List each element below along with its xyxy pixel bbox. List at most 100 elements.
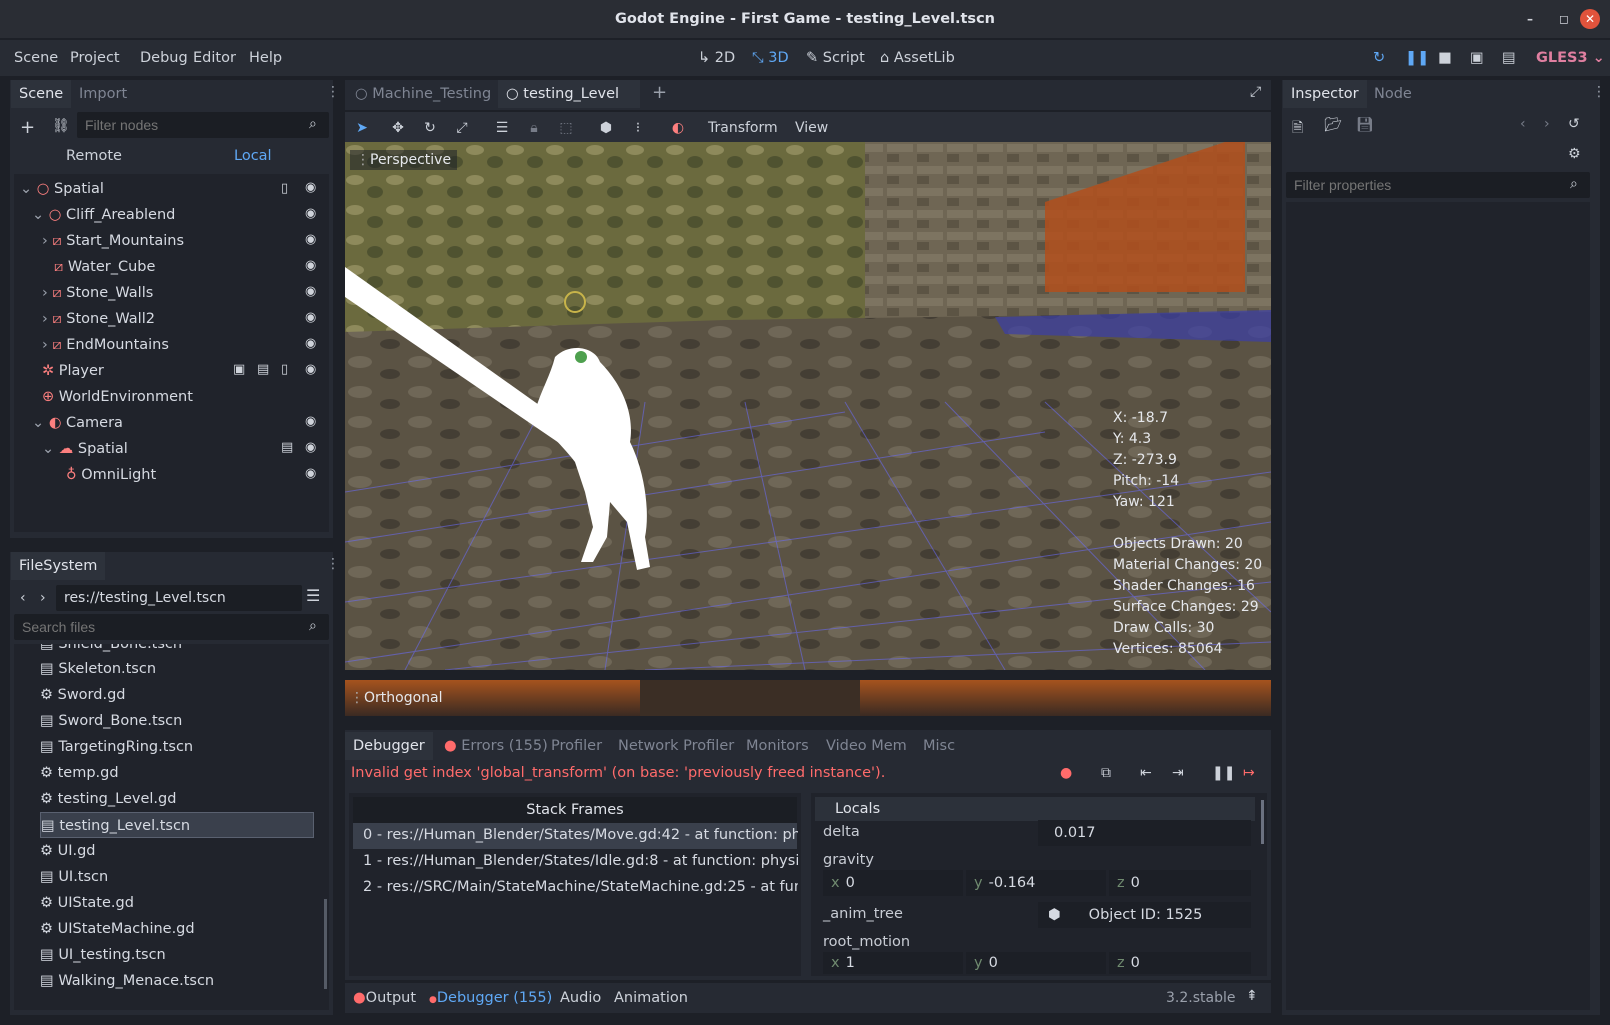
tree-node-water-cube[interactable]: ⧄ Water_Cube [54,254,155,280]
file-item[interactable]: ⚙ UIStateMachine.gd [40,916,195,942]
add-node-icon[interactable]: + [20,117,35,138]
tab-debugger[interactable]: Debugger [345,732,433,760]
minimize-icon[interactable]: – [1520,9,1540,29]
local-delta-value[interactable]: 0.017 [1038,820,1251,846]
play-scene-icon[interactable]: ▣ [1470,40,1484,76]
menu-help[interactable]: Help [249,40,282,76]
tree-node-cliff-areablend[interactable]: ⌄ ○ Cliff_Areablend [32,202,175,228]
filter-nodes-input[interactable] [77,112,329,138]
group-icon[interactable]: ▣ [233,362,245,377]
visibility-eye-icon[interactable]: ◉ [305,180,316,195]
workspace-script-button[interactable]: ✎ Script [806,40,865,76]
step-over-icon[interactable]: ⇥ [1172,765,1184,781]
lock-icon[interactable]: 🔒︎ [524,116,544,140]
dock-menu-icon[interactable]: ⋮ [1592,84,1606,100]
view-menu[interactable]: View [795,116,828,140]
visibility-eye-icon[interactable]: ◉ [305,336,316,351]
stop-icon[interactable]: ■ [1438,40,1452,76]
tab-node[interactable]: Node [1366,80,1420,108]
tree-node-stone-wall2[interactable]: › ⧄ Stone_Wall2 [42,306,155,332]
pause-icon[interactable]: ❚❚ [1212,765,1235,781]
tab-machine-testing[interactable]: ○ Machine_Testing [347,80,499,108]
instance-icon[interactable]: ▤ [257,362,269,377]
tree-node-start-mountains[interactable]: › ⧄ Start_Mountains [42,228,184,254]
back-icon[interactable]: ‹ [20,590,26,606]
tab-import[interactable]: Import [71,80,135,108]
local-space-icon[interactable]: ⬢ [596,116,616,140]
workspace-assetlib-button[interactable]: ⌂ AssetLib [880,40,955,76]
rotate-tool-icon[interactable]: ↻ [420,116,440,140]
local-button[interactable]: Local [234,148,272,164]
reload-icon[interactable]: ↻ [1373,40,1385,76]
snap-icon[interactable]: ⁝ [628,116,648,140]
filter-properties-input[interactable] [1286,172,1590,198]
remote-button[interactable]: Remote [66,148,122,164]
list-select-icon[interactable]: ☰ [492,116,512,140]
perspective-label[interactable]: ⋮Perspective [350,150,458,170]
tab-monitors[interactable]: Monitors [738,732,817,760]
file-item[interactable]: ▤ UI.tscn [40,864,108,890]
orthogonal-viewport[interactable]: ⋮Orthogonal [345,680,1271,716]
stack-frame-1[interactable]: 1 - res://Human_Blender/States/Idle.gd:8… [363,853,798,869]
visibility-eye-icon[interactable]: ◉ [305,362,316,377]
visibility-eye-icon[interactable]: ◉ [305,206,316,221]
file-item[interactable]: ⚙ temp.gd [40,760,119,786]
file-item[interactable]: ▤ TargetingRing.tscn [40,734,193,760]
output-tab[interactable]: ●Output [353,990,416,1006]
tab-errors[interactable]: ● Errors (155) [436,732,556,760]
camera-preview-icon[interactable]: ◐ [668,116,688,140]
history-back-icon[interactable]: ‹ [1520,116,1526,132]
file-item-selected[interactable]: ▤ testing_Level.tscn [40,812,314,838]
maximize-icon[interactable]: ◻ [1554,9,1574,29]
path-field[interactable]: res://testing_Level.tscn [56,585,302,611]
file-item[interactable]: ⚙ UI.gd [40,838,96,864]
pause-icon[interactable]: ❚❚ [1405,40,1429,76]
new-resource-icon[interactable]: 🗎︎ [1292,117,1303,141]
menu-scene[interactable]: Scene [14,40,58,76]
tree-node-spatial[interactable]: ⌄ ○ Spatial [20,176,104,202]
close-icon[interactable]: ✕ [1580,9,1600,29]
select-tool-icon[interactable]: ➤ [352,116,372,140]
link-icon[interactable]: ⛓ [52,118,70,134]
debugger-tab[interactable]: ●Debugger (155) [429,990,552,1006]
tree-node-stone-walls[interactable]: › ⧄ Stone_Walls [42,280,153,306]
gravity-y-field[interactable]: y -0.164 [966,870,1106,896]
gravity-z-field[interactable]: z0 [1109,870,1251,896]
stack-frame-0[interactable]: 0 - res://Human_Blender/States/Move.gd:4… [363,827,798,843]
visibility-eye-icon[interactable]: ◉ [305,310,316,325]
menu-debug[interactable]: Debug [140,40,188,76]
expand-panel-icon[interactable]: ⇞ [1246,988,1258,1004]
anim-tree-object-field[interactable]: ⬢ Object ID: 1525 [1038,902,1251,928]
scrollbar[interactable] [324,899,327,989]
stack-frame-2[interactable]: 2 - res://SRC/Main/StateMachine/StateMac… [363,879,798,895]
scale-tool-icon[interactable]: ⤢ [452,116,472,140]
visibility-eye-icon[interactable]: ◉ [305,284,316,299]
fullscreen-icon[interactable]: ⤢ [1250,84,1261,100]
tab-video-mem[interactable]: Video Mem [818,732,915,760]
file-item[interactable]: ▤ UI_testing.tscn [40,942,166,968]
forward-icon[interactable]: › [40,590,46,606]
tree-node-player[interactable]: ✲ Player [42,358,104,384]
save-icon[interactable]: 💾︎ [1356,117,1374,133]
root-z-field[interactable]: z0 [1109,952,1251,974]
visibility-eye-icon[interactable]: ◉ [305,414,316,429]
menu-project[interactable]: Project [70,40,120,76]
history-forward-icon[interactable]: › [1544,116,1550,132]
audio-tab[interactable]: Audio [560,990,601,1006]
workspace-2d-button[interactable]: ↳ 2D [698,40,735,76]
continue-icon[interactable]: ↦ [1243,765,1255,781]
tree-node-endmountains[interactable]: › ⧄ EndMountains [42,332,169,358]
tree-node-worldenvironment[interactable]: ⊕ WorldEnvironment [42,384,193,410]
new-scene-tab-icon[interactable]: + [652,82,667,103]
tab-scene[interactable]: Scene [11,80,72,108]
open-folder-icon[interactable]: 📂︎ [1324,117,1342,133]
script-icon[interactable]: ▯ [281,181,288,196]
split-view-icon[interactable]: ☰ [306,586,320,605]
dock-menu-icon[interactable]: ⋮ [326,556,340,572]
move-tool-icon[interactable]: ✥ [388,116,408,140]
file-item[interactable]: ⚙ testing_Level.gd [40,786,176,812]
menu-editor[interactable]: Editor [193,40,236,76]
tree-node-omnilight[interactable]: ♁ OmniLight [66,462,156,488]
root-x-field[interactable]: x1 [823,952,963,974]
visibility-eye-icon[interactable]: ◉ [305,232,316,247]
